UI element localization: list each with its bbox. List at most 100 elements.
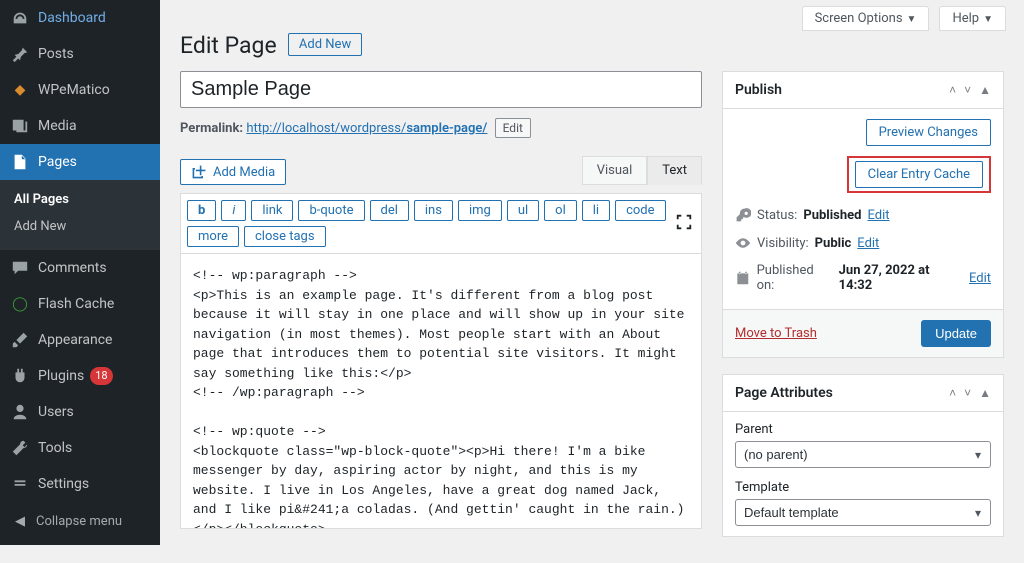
edit-status-link[interactable]: Edit (867, 208, 889, 223)
content-textarea[interactable] (180, 254, 702, 529)
submenu-add-new[interactable]: Add New (0, 213, 160, 240)
plugins-badge: 18 (90, 367, 112, 385)
page-heading: Edit Page (180, 32, 277, 59)
page-attributes-title: Page Attributes (735, 385, 833, 401)
template-label: Template (735, 480, 991, 495)
plugins-icon (10, 366, 30, 386)
submenu-all-pages[interactable]: All Pages (0, 186, 160, 213)
caret-down-icon: ▼ (907, 14, 917, 25)
sidebar-label: Tools (38, 440, 72, 456)
move-down-icon[interactable]: ˅ (964, 83, 971, 97)
screen-meta-links: Screen Options▼ Help▼ (802, 6, 1006, 31)
sidebar-item-wpematico[interactable]: ◆ WPeMatico (0, 72, 160, 108)
publish-box: Publish ˄ ˅ ▲ Preview Changes Clear Entr… (722, 71, 1004, 358)
qt-b[interactable]: b (187, 200, 216, 221)
key-icon (735, 207, 751, 223)
move-up-icon[interactable]: ˄ (949, 83, 956, 97)
permalink-label: Permalink: (180, 121, 243, 136)
help-tab[interactable]: Help▼ (939, 6, 1006, 31)
permalink-link[interactable]: http://localhost/wordpress/sample-page/ (246, 121, 487, 136)
editor-tabs: Visual Text (582, 156, 702, 185)
page-attributes-header: Page Attributes ˄ ˅ ▲ (723, 375, 1003, 412)
move-to-trash-link[interactable]: Move to Trash (735, 326, 817, 341)
sidebar-label: Comments (38, 260, 107, 276)
pin-icon (10, 44, 30, 64)
collapse-icon: ◀ (10, 511, 30, 531)
qt-ul[interactable]: ul (507, 200, 539, 221)
move-up-icon[interactable]: ˄ (949, 386, 956, 400)
qt-more[interactable]: more (187, 226, 239, 247)
tools-icon (10, 438, 30, 458)
move-down-icon[interactable]: ˅ (964, 386, 971, 400)
preview-changes-button[interactable]: Preview Changes (866, 119, 991, 146)
wpematico-icon: ◆ (10, 80, 30, 100)
sidebar-label: Users (38, 404, 74, 420)
clear-entry-cache-button[interactable]: Clear Entry Cache (855, 161, 983, 188)
tab-text[interactable]: Text (647, 156, 702, 185)
sidebar-label: Dashboard (38, 10, 106, 26)
sidebar-label: Pages (38, 154, 77, 170)
sidebar-item-dashboard[interactable]: Dashboard (0, 0, 160, 36)
flash-cache-icon: ◯ (10, 294, 30, 314)
eye-icon (735, 235, 751, 251)
add-media-button[interactable]: Add Media (180, 159, 286, 185)
pages-submenu: All Pages Add New (0, 180, 160, 250)
tab-visual[interactable]: Visual (582, 156, 648, 185)
parent-select[interactable]: (no parent) (735, 441, 991, 468)
qt-ins[interactable]: ins (414, 200, 453, 221)
qt-bquote[interactable]: b-quote (298, 200, 364, 221)
add-new-button[interactable]: Add New (288, 33, 362, 56)
qt-i[interactable]: i (221, 200, 246, 221)
media-icon (10, 116, 30, 136)
quicktags-toolbar: b i link b-quote del ins img ul ol li co… (180, 193, 702, 254)
sidebar-item-settings[interactable]: Settings (0, 466, 160, 502)
sidebar-label: WPeMatico (38, 82, 110, 98)
qt-close-tags[interactable]: close tags (244, 226, 326, 247)
qt-img[interactable]: img (458, 200, 502, 221)
sidebar-item-tools[interactable]: Tools (0, 430, 160, 466)
sidebar-item-posts[interactable]: Posts (0, 36, 160, 72)
toggle-icon[interactable]: ▲ (979, 386, 991, 400)
sidebar-item-flash-cache[interactable]: ◯ Flash Cache (0, 286, 160, 322)
sidebar-label: Media (38, 118, 77, 134)
qt-code[interactable]: code (615, 200, 665, 221)
edit-visibility-link[interactable]: Edit (857, 236, 879, 251)
toggle-icon[interactable]: ▲ (979, 83, 991, 97)
caret-down-icon: ▼ (983, 14, 993, 25)
qt-ol[interactable]: ol (544, 200, 577, 221)
template-select[interactable]: Default template (735, 499, 991, 526)
sidebar-label: Posts (38, 46, 74, 62)
post-title-input[interactable] (180, 71, 702, 108)
sidebar-item-appearance[interactable]: Appearance (0, 322, 160, 358)
qt-del[interactable]: del (370, 200, 409, 221)
update-button[interactable]: Update (921, 320, 991, 347)
fullscreen-icon[interactable] (675, 213, 693, 235)
sidebar-item-media[interactable]: Media (0, 108, 160, 144)
publish-title: Publish (735, 82, 782, 98)
qt-link[interactable]: link (251, 200, 293, 221)
sidebar-item-users[interactable]: Users (0, 394, 160, 430)
sidebar-label: Flash Cache (38, 296, 114, 312)
main-content: Screen Options▼ Help▼ Edit Page Add New … (160, 0, 1024, 563)
settings-icon (10, 474, 30, 494)
sidebar-item-plugins[interactable]: Plugins 18 (0, 358, 160, 394)
edit-date-link[interactable]: Edit (969, 271, 991, 286)
sidebar-item-comments[interactable]: Comments (0, 250, 160, 286)
qt-li[interactable]: li (582, 200, 610, 221)
users-icon (10, 402, 30, 422)
edit-permalink-button[interactable]: Edit (495, 118, 531, 138)
main-column: Permalink: http://localhost/wordpress/sa… (180, 71, 702, 553)
screen-options-tab[interactable]: Screen Options▼ (802, 6, 930, 31)
collapse-label: Collapse menu (36, 514, 122, 529)
permalink-row: Permalink: http://localhost/wordpress/sa… (180, 118, 702, 138)
pages-icon (10, 152, 30, 172)
parent-label: Parent (735, 422, 991, 437)
sidebar-item-pages[interactable]: Pages (0, 144, 160, 180)
publish-box-header: Publish ˄ ˅ ▲ (723, 72, 1003, 109)
sidebar-label: Settings (38, 476, 89, 492)
page-attributes-box: Page Attributes ˄ ˅ ▲ Parent (no parent)… (722, 374, 1004, 537)
comments-icon (10, 258, 30, 278)
brush-icon (10, 330, 30, 350)
collapse-menu[interactable]: ◀ Collapse menu (0, 505, 160, 537)
dashboard-icon (10, 8, 30, 28)
